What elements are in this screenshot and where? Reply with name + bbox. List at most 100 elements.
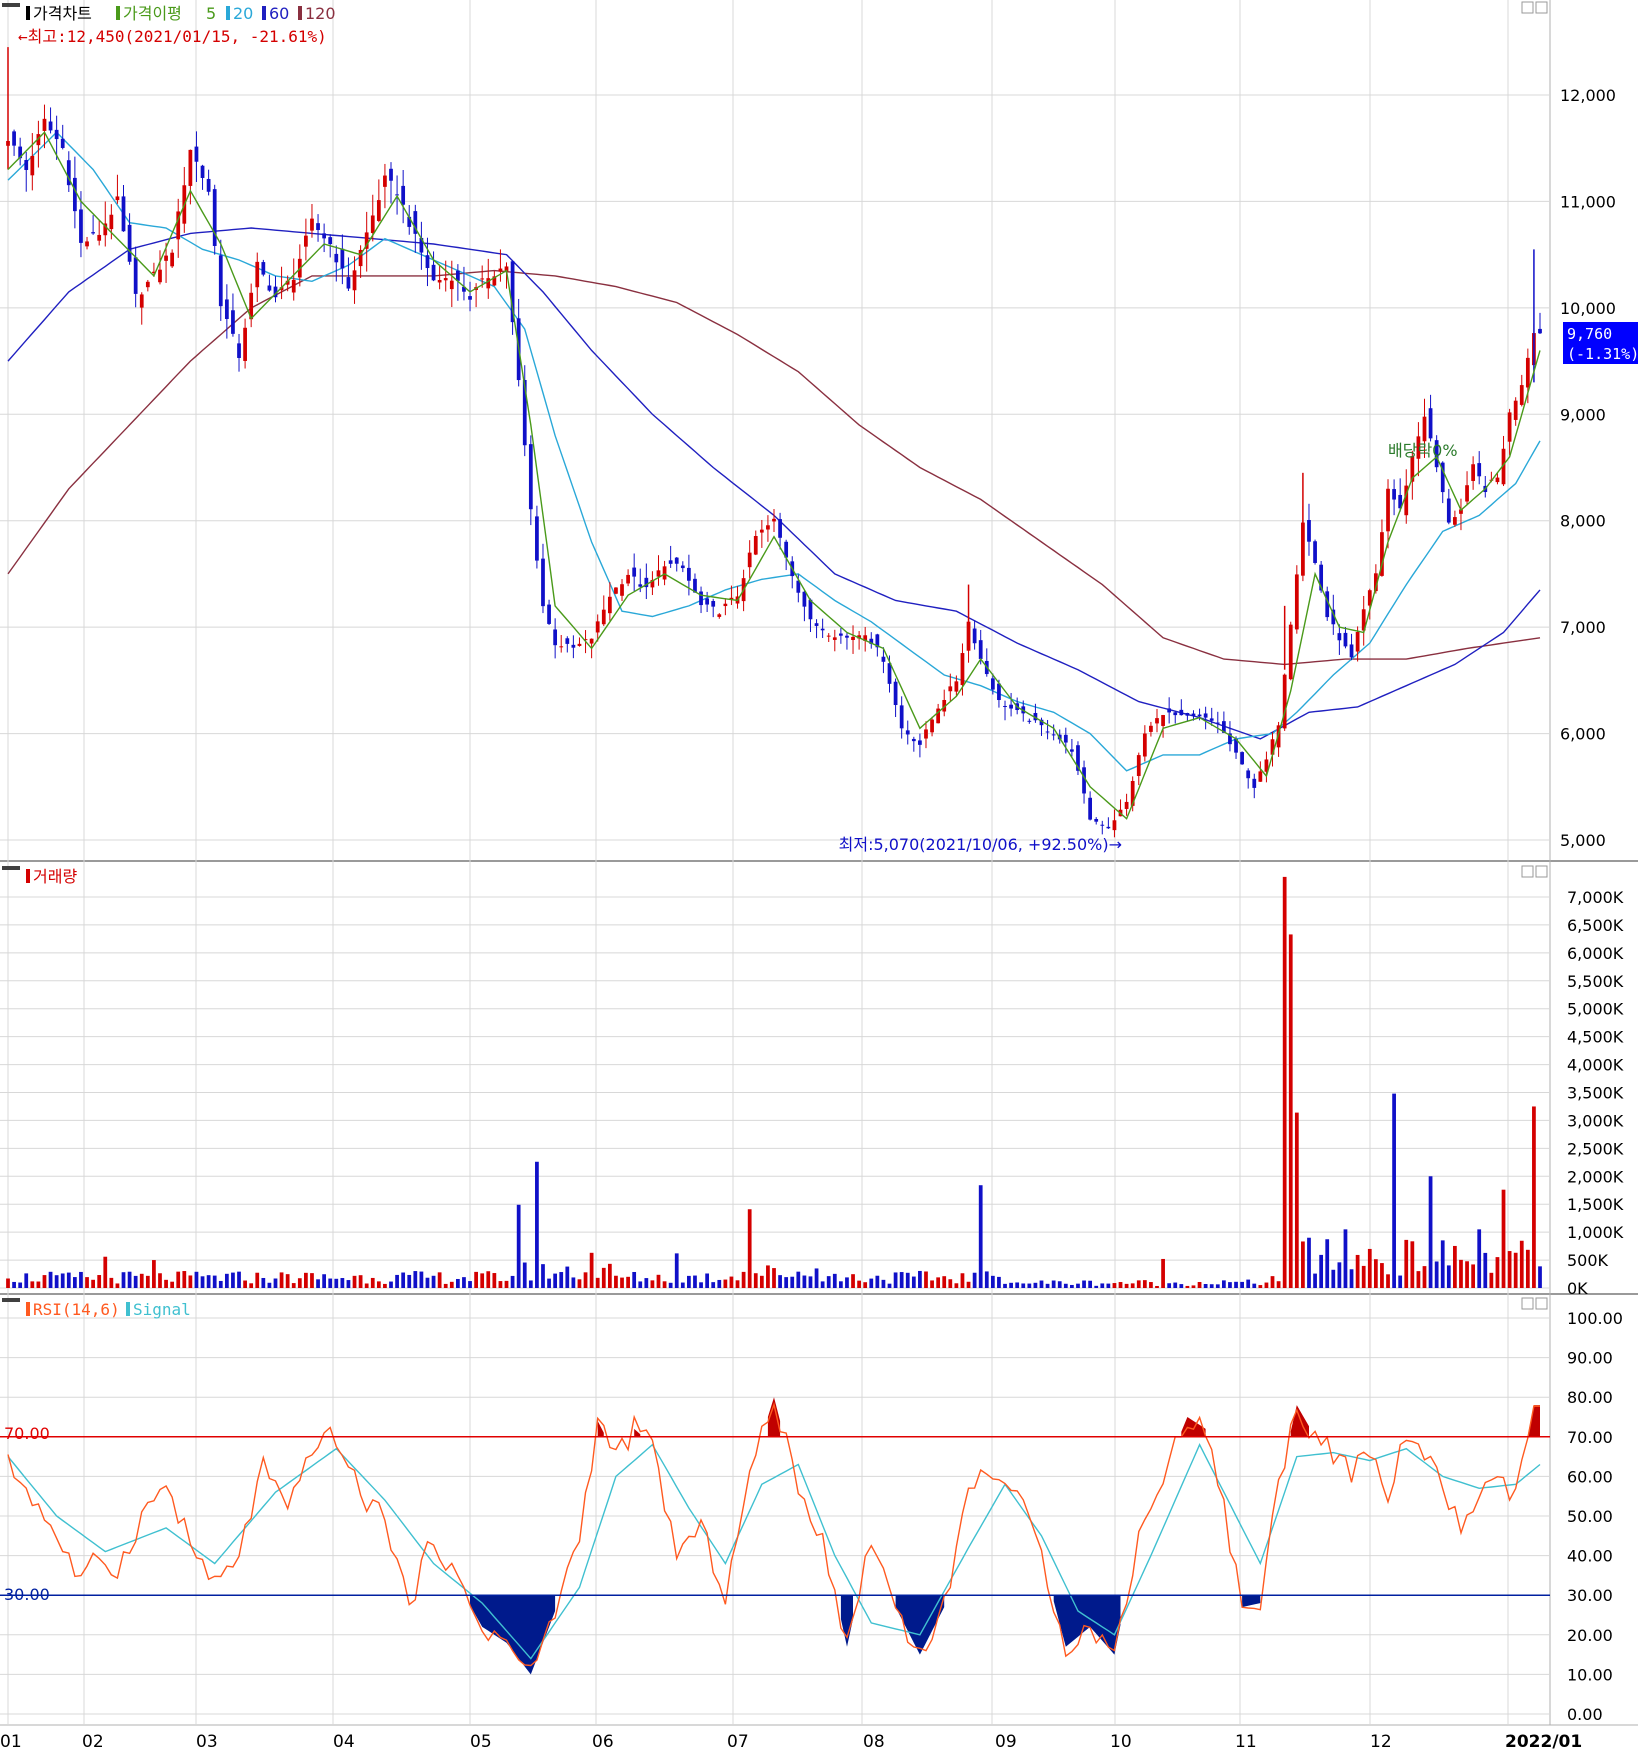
- candle-body: [389, 168, 393, 181]
- legend-ma20: 20: [233, 4, 253, 23]
- candle-body: [431, 264, 436, 281]
- candle-body: [1337, 633, 1342, 641]
- candle-body: [267, 285, 272, 291]
- volume-bar: [1392, 1093, 1396, 1288]
- volume-bar: [1203, 1284, 1208, 1288]
- panel-menu-icon[interactable]: [2, 866, 20, 870]
- candle-body: [766, 525, 770, 530]
- legend-swatch: [298, 6, 302, 20]
- rsi-tick-label: 40.00: [1567, 1547, 1613, 1566]
- candle-body: [547, 604, 551, 624]
- close-icon[interactable]: [1535, 1297, 1548, 1310]
- candle-body: [705, 598, 710, 605]
- close-icon[interactable]: [1535, 865, 1548, 878]
- candle-body: [881, 656, 886, 662]
- volume-bar: [1532, 1106, 1536, 1288]
- minimize-icon[interactable]: [1521, 1, 1534, 14]
- volume-bar: [535, 1161, 539, 1288]
- volume-bar: [723, 1279, 728, 1288]
- candle-body: [1343, 632, 1348, 647]
- rsi-tick-label: 60.00: [1567, 1467, 1613, 1486]
- low-price-note: 최저:5,070(2021/10/06, +92.50%)→: [839, 835, 1122, 854]
- volume-bar: [614, 1275, 618, 1288]
- time-tick-label: 12: [1370, 1732, 1392, 1752]
- volume-bar: [1428, 1176, 1433, 1288]
- candle-body: [449, 280, 454, 290]
- volume-bar: [334, 1278, 339, 1288]
- volume-bar: [1106, 1283, 1111, 1288]
- volume-bar: [231, 1272, 235, 1288]
- close-icon[interactable]: [1535, 1, 1548, 14]
- candle-body: [565, 638, 570, 644]
- candle-body: [328, 237, 333, 245]
- volume-bar: [990, 1275, 995, 1288]
- price-tick-label: 12,000: [1560, 86, 1616, 105]
- volume-bar: [1471, 1264, 1476, 1288]
- volume-bar: [1021, 1283, 1026, 1288]
- volume-tick-label: 4,500K: [1567, 1028, 1624, 1047]
- volume-tick-label: 3,500K: [1567, 1084, 1624, 1103]
- volume-bar: [1525, 1249, 1530, 1288]
- volume-bar: [863, 1282, 868, 1288]
- candle-body: [1136, 755, 1141, 776]
- volume-bar: [1130, 1283, 1135, 1288]
- candle-body: [42, 118, 47, 131]
- volume-bar: [942, 1276, 947, 1288]
- volume-bar: [924, 1271, 928, 1288]
- candle-body: [54, 129, 59, 140]
- volume-bar: [176, 1271, 181, 1288]
- candle-body: [1313, 541, 1317, 563]
- volume-bar: [97, 1275, 102, 1288]
- volume-bar: [826, 1276, 831, 1288]
- candle-body: [711, 600, 716, 607]
- candle-body: [662, 566, 667, 580]
- candle-body: [838, 633, 843, 636]
- candle-body: [1100, 824, 1105, 826]
- volume-bar: [1264, 1282, 1269, 1288]
- volume-tick-label: 1,500K: [1567, 1195, 1624, 1214]
- volume-bar: [127, 1271, 132, 1288]
- volume-bar: [960, 1273, 965, 1288]
- volume-bar: [152, 1260, 156, 1288]
- candle-body: [845, 635, 849, 638]
- candle-body: [188, 149, 193, 186]
- candle-body: [1246, 770, 1251, 779]
- volume-bar: [1307, 1237, 1311, 1288]
- volume-bar: [1009, 1282, 1013, 1288]
- candle-body: [79, 209, 83, 243]
- rsi-tick-label: 100.00: [1567, 1309, 1623, 1328]
- volume-bar: [376, 1281, 381, 1288]
- candle-body: [1149, 725, 1153, 732]
- volume-bar: [845, 1277, 849, 1288]
- candle-body: [778, 519, 782, 538]
- panel-menu-icon[interactable]: [2, 1298, 20, 1302]
- candle-body: [607, 596, 612, 614]
- time-tick-label: 10: [1110, 1732, 1132, 1752]
- candle-body: [224, 299, 229, 319]
- volume-bar: [170, 1281, 175, 1288]
- minimize-icon[interactable]: [1521, 865, 1534, 878]
- candle-body: [1507, 412, 1512, 442]
- candle-body: [443, 278, 448, 281]
- panel-menu-icon[interactable]: [2, 3, 20, 7]
- volume-bar: [91, 1279, 95, 1288]
- volume-tick-label: 0K: [1567, 1279, 1588, 1298]
- candle-body: [1392, 489, 1396, 500]
- volume-bar: [1124, 1283, 1129, 1288]
- volume-bar: [1173, 1282, 1178, 1288]
- candle-body: [1477, 463, 1482, 477]
- volume-bar: [1045, 1283, 1050, 1288]
- volume-bar: [42, 1275, 47, 1288]
- last-price: 9,760: [1567, 325, 1612, 343]
- volume-bar: [759, 1275, 764, 1288]
- volume-bar: [425, 1277, 430, 1288]
- minimize-icon[interactable]: [1521, 1297, 1534, 1310]
- candle-body: [911, 738, 916, 742]
- volume-bar: [455, 1278, 460, 1288]
- volume-bar: [978, 1185, 983, 1288]
- dividend-note: 배당락0%: [1388, 441, 1458, 460]
- volume-bar: [322, 1274, 327, 1288]
- candle-body: [383, 175, 387, 187]
- volume-bar: [1270, 1276, 1275, 1288]
- volume-bar: [474, 1271, 478, 1288]
